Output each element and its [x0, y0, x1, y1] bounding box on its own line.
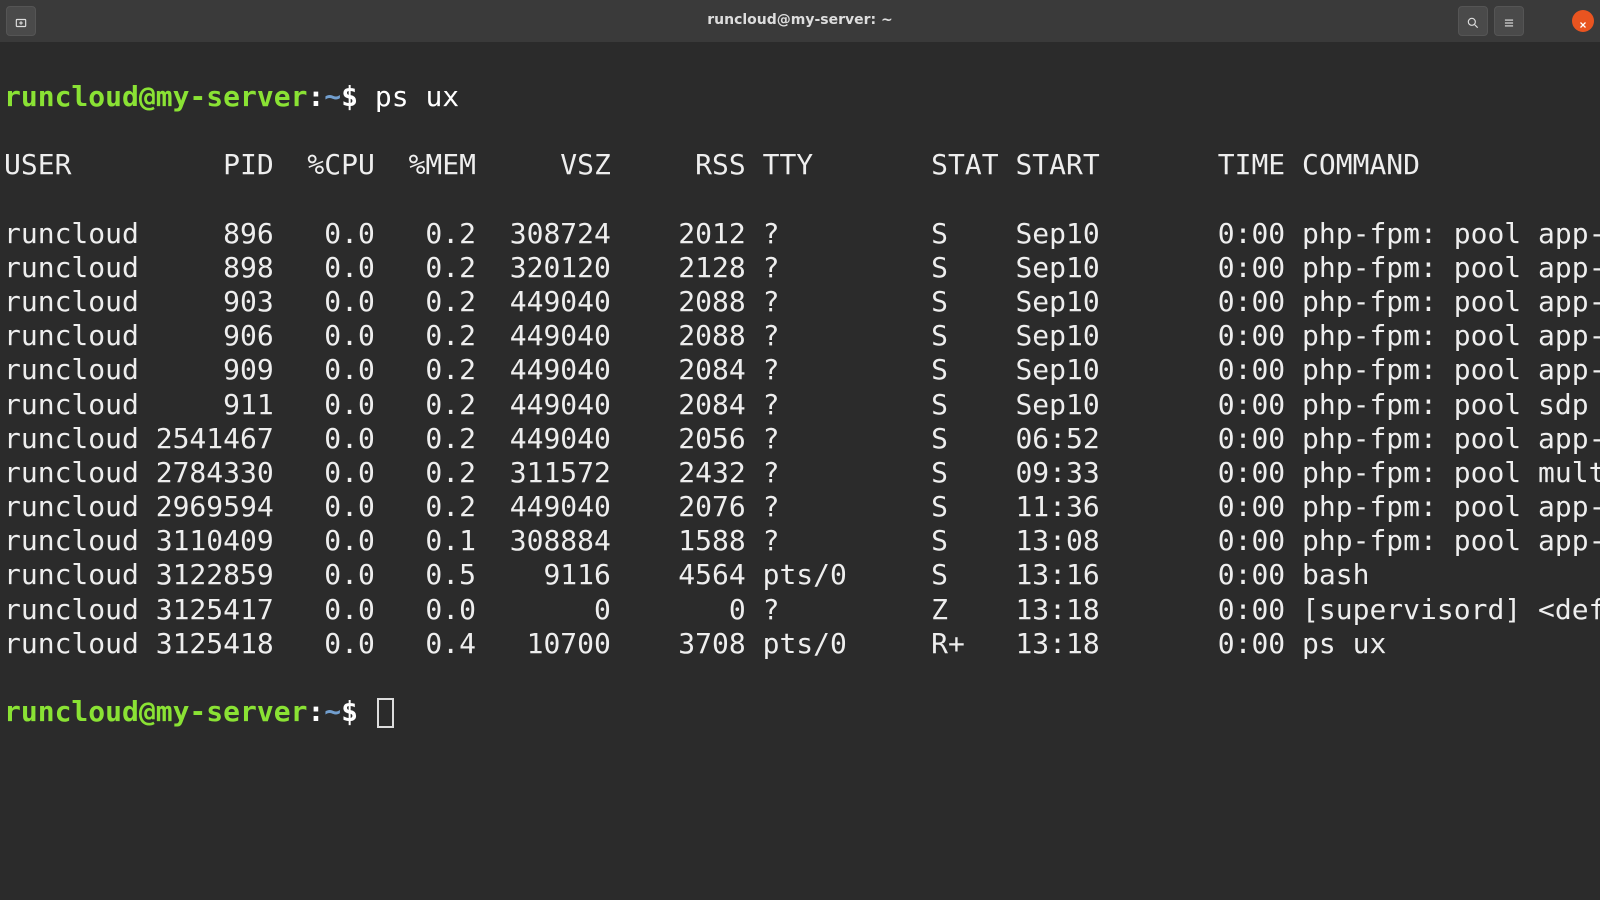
ps-rows: runcloud 896 0.0 0.2 308724 2012 ? S Sep…	[2, 217, 1598, 661]
cursor	[377, 698, 394, 728]
ps-row: runcloud 896 0.0 0.2 308724 2012 ? S Sep…	[2, 217, 1598, 251]
ps-row: runcloud 909 0.0 0.2 449040 2084 ? S Sep…	[2, 353, 1598, 387]
close-button[interactable]	[1572, 10, 1594, 32]
ps-row: runcloud 911 0.0 0.2 449040 2084 ? S Sep…	[2, 388, 1598, 422]
prompt-colon: :	[307, 695, 324, 728]
prompt-host: my-server	[156, 695, 308, 728]
window-titlebar: runcloud@my-server: ~	[0, 0, 1600, 42]
menu-icon	[1502, 4, 1516, 38]
ps-row: runcloud 3125418 0.0 0.4 10700 3708 pts/…	[2, 627, 1598, 661]
ps-row: runcloud 3110409 0.0 0.1 308884 1588 ? S…	[2, 524, 1598, 558]
menu-button[interactable]	[1494, 6, 1524, 36]
titlebar-right	[1458, 6, 1594, 36]
ps-row: runcloud 903 0.0 0.2 449040 2088 ? S Sep…	[2, 285, 1598, 319]
search-button[interactable]	[1458, 6, 1488, 36]
ps-row: runcloud 898 0.0 0.2 320120 2128 ? S Sep…	[2, 251, 1598, 285]
search-icon	[1466, 4, 1480, 38]
prompt-dollar: $	[341, 695, 358, 728]
prompt-colon: :	[307, 80, 324, 113]
prompt-at: @	[139, 80, 156, 113]
terminal-content[interactable]: runcloud@my-server:~$ ps ux USER PID %CP…	[0, 42, 1600, 763]
ps-row: runcloud 2784330 0.0 0.2 311572 2432 ? S…	[2, 456, 1598, 490]
new-tab-icon	[14, 4, 28, 38]
prompt-line-1: runcloud@my-server:~$ ps ux	[2, 80, 1598, 114]
ps-row: runcloud 3122859 0.0 0.5 9116 4564 pts/0…	[2, 558, 1598, 592]
ps-row: runcloud 3125417 0.0 0.0 0 0 ? Z 13:18 0…	[2, 593, 1598, 627]
prompt-user: runcloud	[4, 80, 139, 113]
prompt-tilde: ~	[324, 80, 341, 113]
window-title: runcloud@my-server: ~	[707, 12, 893, 29]
prompt-host: my-server	[156, 80, 308, 113]
ps-row: runcloud 2541467 0.0 0.2 449040 2056 ? S…	[2, 422, 1598, 456]
prompt-line-2: runcloud@my-server:~$	[2, 695, 1598, 729]
prompt-user: runcloud	[4, 695, 139, 728]
ps-header-row: USER PID %CPU %MEM VSZ RSS TTY STAT STAR…	[2, 148, 1598, 182]
close-icon	[1578, 4, 1588, 38]
titlebar-left	[6, 6, 36, 36]
prompt-dollar: $	[341, 80, 358, 113]
command-text: ps ux	[358, 80, 459, 113]
prompt-at: @	[139, 695, 156, 728]
ps-row: runcloud 2969594 0.0 0.2 449040 2076 ? S…	[2, 490, 1598, 524]
minimize-button[interactable]	[1536, 11, 1556, 31]
prompt-tilde: ~	[324, 695, 341, 728]
new-tab-button[interactable]	[6, 6, 36, 36]
ps-row: runcloud 906 0.0 0.2 449040 2088 ? S Sep…	[2, 319, 1598, 353]
